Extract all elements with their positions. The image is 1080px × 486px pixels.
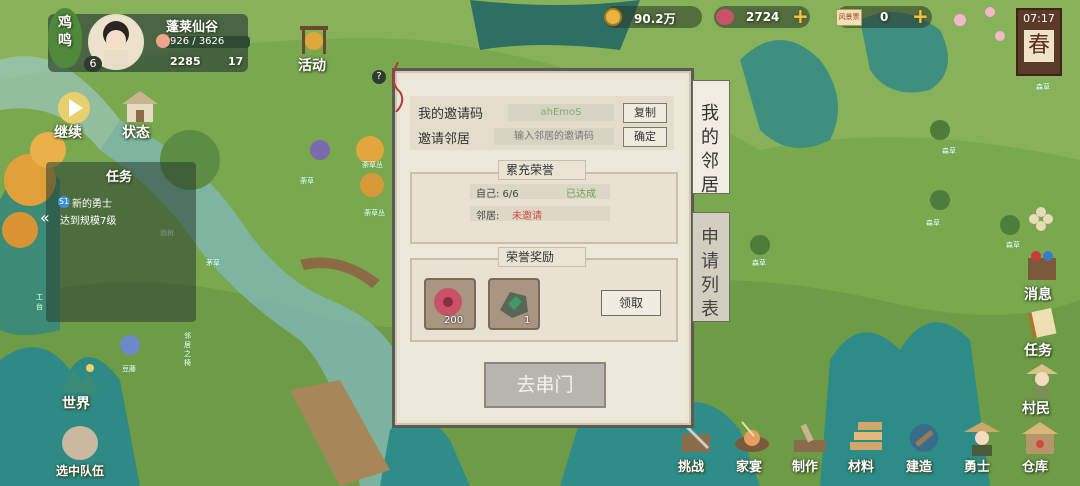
neighbor-progress-label: 邻居: [476,211,500,222]
building-count: 17 [228,55,244,68]
challenge-button[interactable]: 挑战 [678,456,704,475]
crafting-button[interactable]: 制作 [792,456,818,475]
time-of-day-label: 鸡鸣 [58,15,72,49]
world-button[interactable]: 世界 [62,393,90,413]
valley-name: 蓬莱仙谷 [166,20,219,35]
map-label: 荼草丛 [362,161,383,169]
gem-icon [716,9,734,25]
villager-icon[interactable] [1024,362,1060,398]
reward-item-qty: 200 [444,315,464,326]
message-icon[interactable] [1024,250,1060,284]
population-value: 2285 [170,55,201,68]
map-label: 森草 [1036,83,1050,91]
ticket-value: 0 [880,10,889,24]
task-panel[interactable] [46,162,196,322]
task-badge: S1 [58,196,70,208]
reward-item-qty: 1 [524,315,531,326]
tab-my-neighbors-label: 我的邻居 [701,103,719,196]
task-panel-title: 任务 [106,170,133,185]
confirm-button[interactable]: 确定 [623,127,667,147]
map-label: 荼草 [300,177,314,185]
build-icon[interactable] [904,420,944,456]
flower-icon[interactable] [1028,206,1054,232]
status-button[interactable]: 状态 [122,122,150,142]
warehouse-button[interactable]: 仓库 [1022,456,1048,475]
self-status: 已达成 [566,189,596,200]
neighbor-status: 未邀请 [512,211,542,222]
map-label: 茅草 [206,259,220,267]
play-icon[interactable] [56,90,92,126]
add-tickets-button[interactable]: + [912,4,929,28]
materials-button[interactable]: 材料 [848,456,874,475]
gong-icon[interactable] [296,22,332,56]
map-label: 森草 [1006,241,1020,249]
self-progress-label: 自己: 6/6 [476,189,519,200]
reputation-value: 926 / 3626 [170,36,225,47]
warrior-portrait-icon[interactable] [62,426,98,460]
quest-button[interactable]: 任务 [1024,340,1052,360]
feast-button[interactable]: 家宴 [736,456,762,475]
map-label: 森草 [752,259,766,267]
gem-value: 2724 [746,10,780,24]
selected-team-button[interactable]: 选中队伍 [56,462,104,479]
warrior-button[interactable]: 勇士 [964,456,990,475]
map-label: 荼草丛 [364,209,385,217]
map-label: 工台 [36,293,43,311]
neighbor-code-input[interactable]: 输入邻居的邀请码 [494,128,614,145]
level-badge: 6 [84,56,102,72]
visit-neighbor-button[interactable]: 去串门 [484,362,606,408]
villagers-button[interactable]: 村民 [1022,398,1050,418]
invite-code-value: ahEmoS [508,104,614,121]
ribbon-icon [392,62,404,112]
invite-code-label: 我的邀请码 [418,107,484,122]
clock-time: 07:17 [1023,12,1055,25]
peach-icon [156,34,170,48]
build-button[interactable]: 建造 [906,456,932,475]
collapse-left-icon[interactable]: « [40,208,50,227]
continue-button[interactable]: 继续 [54,122,82,142]
feast-icon[interactable] [732,420,772,456]
help-icon[interactable]: ? [372,70,386,84]
crafting-icon[interactable] [790,420,830,456]
reward-item-jade[interactable] [488,278,540,330]
warehouse-icon[interactable] [1020,420,1060,456]
map-label: 豆藤 [122,365,136,373]
task-name[interactable]: 新的勇士 [72,195,112,210]
copy-button[interactable]: 复制 [623,103,667,123]
tab-applications-label: 申请列表 [701,227,719,320]
claim-button[interactable]: 领取 [601,290,661,316]
reward-title: 荣誉奖励 [506,250,555,264]
house-icon[interactable] [120,88,160,124]
task-description: 达到规模7级 [60,216,117,227]
map-label: 森草 [942,147,956,155]
map-label: 邻居之椅 [184,332,191,367]
season-label: 春 [1024,30,1054,62]
materials-icon[interactable] [846,420,886,456]
add-gems-button[interactable]: + [792,4,809,28]
scroll-icon[interactable] [1026,306,1060,340]
coin-icon [604,8,622,26]
message-button[interactable]: 消息 [1024,284,1052,304]
activity-button[interactable]: 活动 [298,55,326,75]
jade-stone-icon [500,292,528,318]
honor-title: 累充荣誉 [506,163,555,177]
map-label: 森草 [926,219,940,227]
invite-neighbor-label: 邀请邻居 [418,132,471,147]
world-map-icon[interactable] [60,362,100,394]
ticket-icon: 风景票 [836,9,862,26]
coin-value: 90.2万 [634,12,676,26]
warrior-icon[interactable] [962,420,1002,456]
